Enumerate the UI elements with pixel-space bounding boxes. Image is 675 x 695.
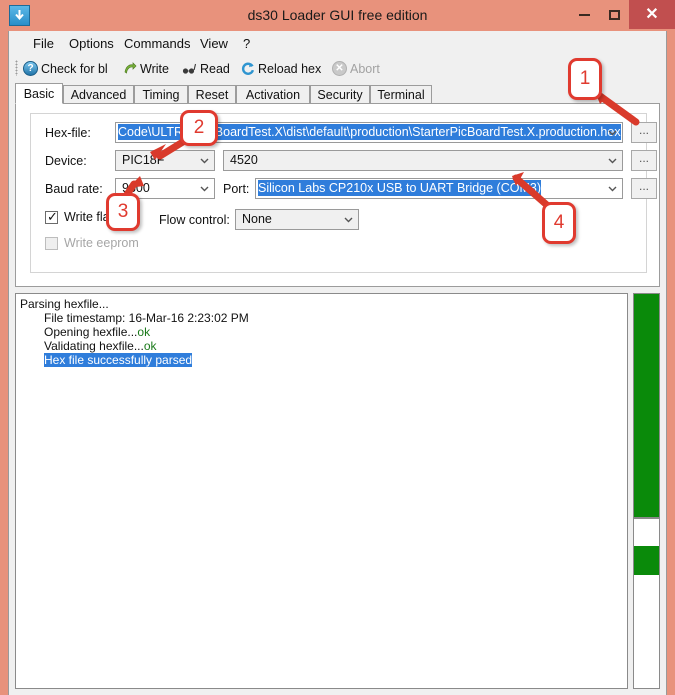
client-area: File Options Commands View ? ? Check for… [8, 31, 667, 695]
checkbox-checked-icon: ✓ [45, 208, 58, 224]
log-line: Validating hexfile...ok [44, 339, 157, 353]
tab-timing[interactable]: Timing [134, 85, 188, 104]
flow-control-value: None [242, 212, 272, 226]
toolbar-reload-hex[interactable]: Reload hex [240, 59, 321, 78]
tab-reset[interactable]: Reset [188, 85, 236, 104]
callout-3: 3 [106, 193, 140, 231]
progress-bar-secondary [633, 518, 660, 689]
baud-rate-label: Baud rate: [45, 182, 103, 196]
chevron-down-icon[interactable] [340, 211, 357, 228]
hexfile-value-right: PicBoardTest.X\dist\default\production\S… [191, 124, 621, 140]
hexfile-browse-button[interactable]: ... [631, 122, 657, 143]
toolbar-read[interactable]: Read [182, 59, 230, 78]
close-icon: ✕ [645, 5, 659, 23]
hexfile-label: Hex-file: [45, 126, 91, 140]
menu-bar: File Options Commands View ? [9, 31, 666, 56]
menu-file[interactable]: File [31, 35, 56, 53]
device-browse-button[interactable]: ... [631, 150, 657, 171]
log-line: File timestamp: 16-Mar-16 2:23:02 PM [44, 311, 249, 325]
title-bar: ds30 Loader GUI free edition ✕ [0, 0, 675, 31]
progress-bar-primary-fill [634, 294, 659, 517]
callout-2: 2 [180, 110, 218, 146]
flow-control-combo[interactable]: None [235, 209, 359, 230]
callout-1: 1 [568, 58, 602, 100]
callout-4: 4 [542, 202, 576, 244]
refresh-icon [240, 61, 255, 76]
close-button[interactable]: ✕ [629, 0, 675, 29]
tab-terminal[interactable]: Terminal [370, 85, 432, 104]
toolbar-read-label: Read [200, 61, 230, 76]
log-line: Opening hexfile...ok [44, 325, 151, 339]
tab-security[interactable]: Security [310, 85, 370, 104]
chevron-down-icon[interactable] [604, 180, 621, 197]
chevron-down-icon[interactable] [604, 152, 621, 169]
abort-circle-icon: ✕ [332, 61, 347, 76]
log-output[interactable]: Parsing hexfile... File timestamp: 16-Ma… [15, 293, 628, 689]
maximize-button[interactable] [599, 0, 629, 29]
toolbar-write[interactable]: Write [122, 59, 169, 78]
checkbox-unchecked-disabled-icon [45, 236, 58, 250]
chevron-down-icon[interactable] [604, 124, 621, 141]
toolbar-abort-label: Abort [350, 61, 380, 76]
chevron-down-icon[interactable] [196, 152, 213, 169]
device-label: Device: [45, 154, 87, 168]
write-arrow-icon [122, 61, 137, 76]
read-glasses-icon [182, 61, 197, 76]
toolbar-reload-hex-label: Reload hex [258, 61, 322, 76]
application-window: ds30 Loader GUI free edition ✕ File Opti… [0, 0, 675, 695]
log-line: Parsing hexfile... [20, 297, 109, 311]
tab-activation[interactable]: Activation [236, 85, 310, 104]
toolbar-check-for-bl[interactable]: ? Check for bl [23, 59, 108, 78]
port-value: Silicon Labs CP210x USB to UART Bridge (… [258, 180, 541, 196]
info-circle-icon: ? [23, 61, 38, 76]
menu-options[interactable]: Options [67, 35, 116, 53]
maximize-icon [608, 9, 620, 20]
progress-bar-primary [633, 293, 660, 518]
chevron-down-icon[interactable] [196, 180, 213, 197]
toolbar-grip[interactable] [15, 60, 18, 76]
menu-help[interactable]: ? [241, 35, 252, 53]
port-combo[interactable]: Silicon Labs CP210x USB to UART Bridge (… [255, 178, 623, 199]
tab-advanced[interactable]: Advanced [63, 85, 134, 104]
device-family-combo[interactable]: PIC18F [115, 150, 215, 171]
port-label: Port: [223, 182, 250, 196]
device-number-combo[interactable]: 4520 [223, 150, 623, 171]
tab-strip: Basic Advanced Timing Reset Activation S… [15, 83, 660, 104]
minimize-icon [578, 13, 590, 16]
flow-control-label: Flow control: [159, 213, 230, 227]
toolbar-write-label: Write [140, 61, 169, 76]
device-family-value: PIC18F [122, 153, 165, 167]
toolbar-check-for-bl-label: Check for bl [41, 61, 108, 76]
menu-commands[interactable]: Commands [122, 35, 192, 53]
write-eeprom-label: Write eeprom [64, 236, 139, 250]
progress-bar-secondary-fill [634, 546, 659, 575]
menu-view[interactable]: View [198, 35, 230, 53]
toolbar-abort: ✕ Abort [332, 59, 380, 78]
device-number-value: 4520 [230, 153, 258, 167]
tab-basic[interactable]: Basic [15, 83, 63, 104]
port-browse-button[interactable]: ... [631, 178, 657, 199]
write-eeprom-checkbox: Write eeprom [45, 236, 139, 250]
minimize-button[interactable] [569, 0, 599, 29]
log-line: Hex file successfully parsed [44, 353, 193, 367]
